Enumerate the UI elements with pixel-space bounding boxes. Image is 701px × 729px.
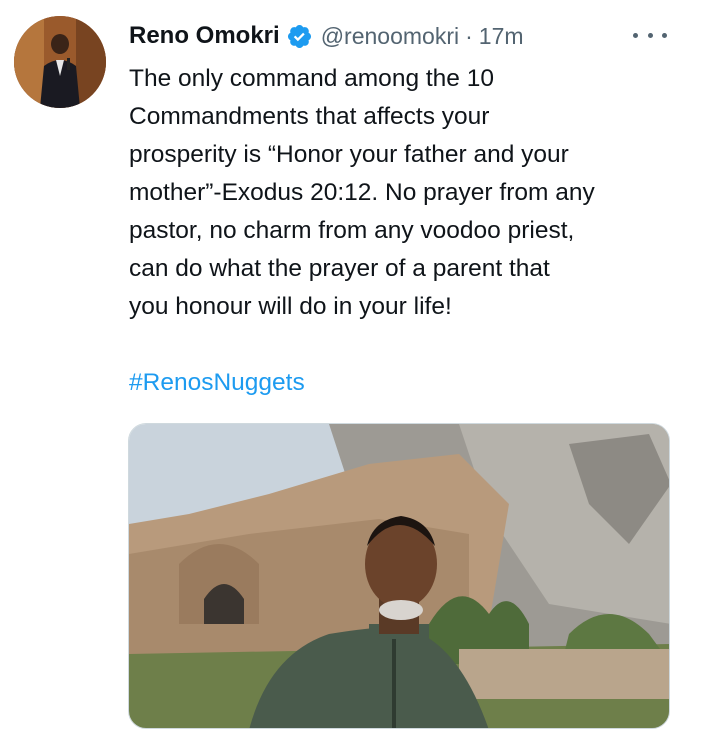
author-handle[interactable]: @renoomokri — [321, 23, 459, 50]
tweet-header: Reno Omokri @renoomokri · 17m — [129, 18, 681, 54]
more-options-icon[interactable] — [633, 20, 667, 50]
tweet-timestamp[interactable]: 17m — [479, 23, 524, 50]
hashtag-link[interactable]: #RenosNuggets — [129, 364, 305, 402]
tweet-text-line: pastor, no charm from any voodoo priest, — [129, 217, 575, 244]
verified-badge-icon — [286, 23, 313, 50]
avatar-image — [14, 16, 106, 108]
separator-dot: · — [465, 22, 473, 49]
photo-image — [129, 424, 669, 728]
author-name[interactable]: Reno Omokri — [129, 22, 280, 50]
avatar[interactable] — [14, 16, 106, 108]
tweet-text-line: The only command among the 10 — [129, 65, 494, 92]
tweet-text-line: you honour will do in your life! — [129, 293, 452, 320]
tweet-text-line: can do what the prayer of a parent that — [129, 255, 550, 282]
tweet-text-line: Commandments that affects your — [129, 103, 490, 130]
tweet: Reno Omokri @renoomokri · 17m The only c… — [0, 0, 701, 729]
tweet-text-line: prosperity is “Honor your father and you… — [129, 141, 569, 168]
tweet-text-line: mother”-Exodus 20:12. No prayer from any — [129, 179, 595, 206]
tweet-text: The only command among the 10 Commandmen… — [129, 60, 689, 326]
tweet-photo[interactable] — [128, 423, 670, 729]
